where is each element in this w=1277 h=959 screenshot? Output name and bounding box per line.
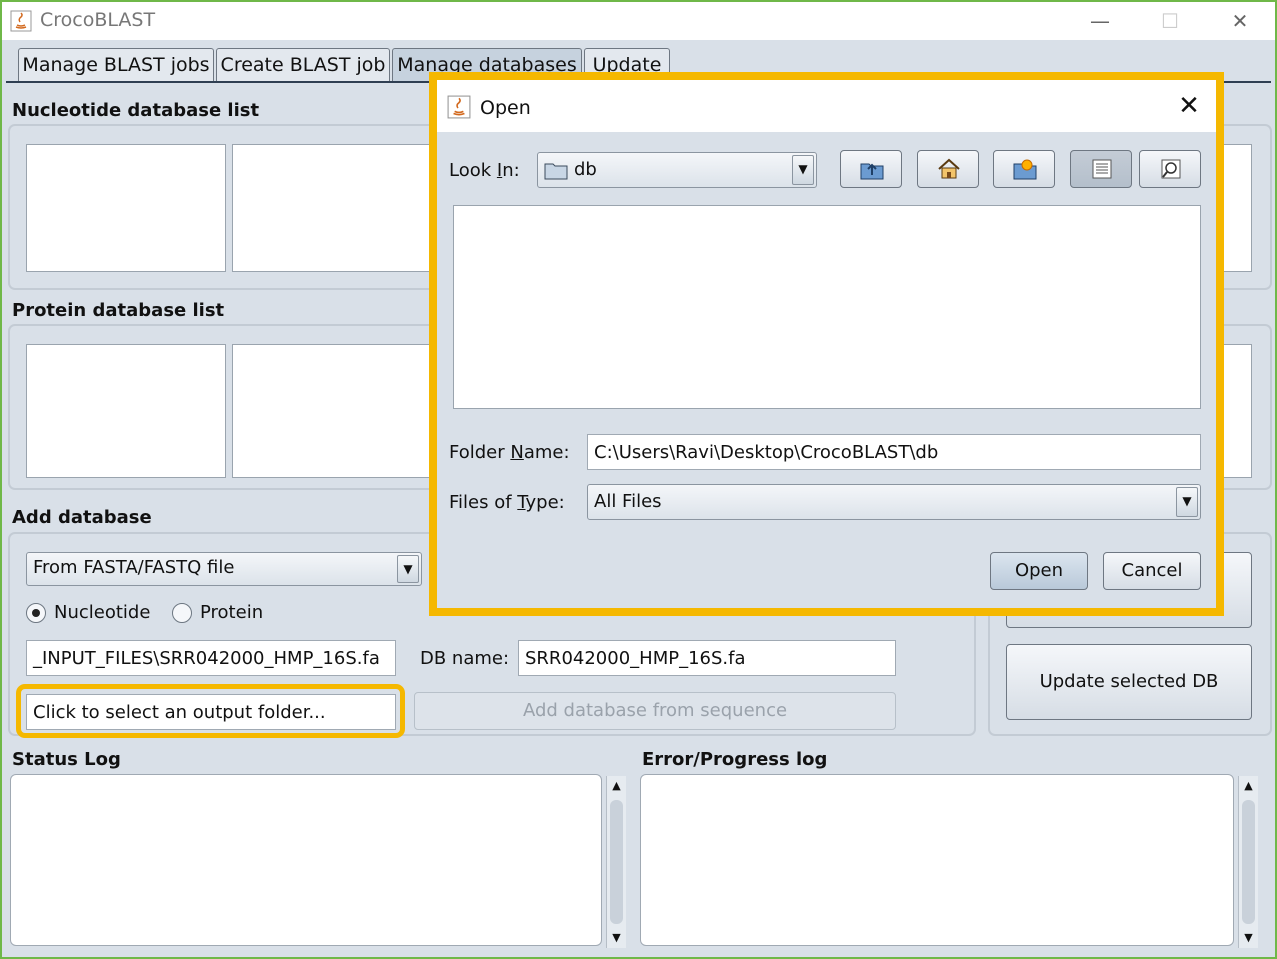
dialog-title: Open	[480, 97, 531, 119]
scroll-down-icon[interactable]: ▼	[607, 928, 626, 948]
status-log[interactable]	[10, 774, 602, 946]
database-source-value: From FASTA/FASTQ file	[33, 557, 235, 578]
folder-icon	[544, 163, 568, 180]
radio-nucleotide[interactable]: Nucleotide	[26, 602, 150, 624]
error-progress-log[interactable]	[640, 774, 1234, 946]
home-button[interactable]	[917, 150, 979, 188]
close-icon[interactable]: ✕	[1210, 6, 1270, 36]
radio-nucleotide-label: Nucleotide	[54, 602, 151, 623]
home-icon	[938, 158, 960, 179]
new-folder-icon	[1013, 159, 1037, 180]
details-view-button[interactable]	[1139, 150, 1201, 188]
files-of-type-label: Files of Type:	[449, 492, 565, 513]
error-log-title: Error/Progress log	[642, 749, 828, 770]
title-bar: CrocoBLAST — ☐ ✕	[2, 2, 1275, 40]
scroll-down-icon[interactable]: ▼	[1239, 928, 1258, 948]
input-file-field[interactable]: _INPUT_FILES\SRR042000_HMP_16S.fa	[26, 640, 396, 676]
files-of-type-value: All Files	[594, 491, 662, 512]
new-folder-button[interactable]	[993, 150, 1055, 188]
output-folder-highlight	[16, 684, 405, 738]
add-database-title: Add database	[12, 507, 152, 528]
nucleotide-db-list[interactable]	[26, 144, 226, 272]
close-icon[interactable]: ✕	[1174, 92, 1204, 122]
minimize-icon[interactable]: —	[1070, 6, 1130, 36]
up-folder-icon	[860, 163, 884, 180]
up-one-level-button[interactable]	[840, 150, 902, 188]
database-source-select[interactable]: From FASTA/FASTQ file ▼	[26, 552, 422, 586]
tab-manage-blast-jobs[interactable]: Manage BLAST jobs	[18, 48, 214, 82]
radio-protein-label: Protein	[200, 602, 264, 623]
look-in-select[interactable]: db ▼	[537, 152, 817, 188]
list-view-icon	[1092, 159, 1112, 179]
scroll-thumb[interactable]	[610, 800, 623, 924]
cancel-button[interactable]: Cancel	[1103, 552, 1201, 590]
error-log-scrollbar[interactable]: ▲ ▼	[1238, 776, 1258, 948]
protein-db-details[interactable]	[232, 344, 432, 478]
add-database-from-sequence-button[interactable]: Add database from sequence	[414, 692, 896, 730]
nucleotide-section-title: Nucleotide database list	[12, 100, 260, 121]
files-of-type-select[interactable]: All Files ▼	[587, 484, 1201, 520]
protein-db-list[interactable]	[26, 344, 226, 478]
list-view-button[interactable]	[1070, 150, 1132, 188]
window-title: CrocoBLAST	[40, 9, 156, 31]
radio-protein[interactable]: Protein	[172, 602, 263, 624]
radio-unselected-indicator	[172, 603, 192, 623]
nucleotide-db-details[interactable]	[232, 144, 432, 272]
chevron-down-icon: ▼	[792, 155, 814, 185]
java-icon	[10, 10, 32, 32]
folder-name-field[interactable]: C:\Users\Ravi\Desktop\CrocoBLAST\db	[587, 434, 1201, 470]
scroll-up-icon[interactable]: ▲	[607, 776, 626, 796]
maximize-icon[interactable]: ☐	[1140, 6, 1200, 36]
update-selected-db-button[interactable]: Update selected DB	[1006, 644, 1252, 720]
file-list-area[interactable]	[453, 205, 1201, 409]
open-dialog: Open ✕ Look In: db ▼ Folder Name: C:\Use…	[429, 72, 1224, 616]
dialog-title-bar: Open ✕	[437, 80, 1216, 132]
status-log-title: Status Log	[12, 749, 121, 770]
protein-section-title: Protein database list	[12, 300, 225, 321]
status-log-scrollbar[interactable]: ▲ ▼	[606, 776, 626, 948]
open-button[interactable]: Open	[990, 552, 1088, 590]
radio-selected-indicator	[26, 603, 46, 623]
db-name-field[interactable]: SRR042000_HMP_16S.fa	[518, 640, 896, 676]
db-name-label: DB name:	[420, 648, 510, 669]
chevron-down-icon: ▼	[1176, 487, 1198, 517]
look-in-value: db	[574, 159, 597, 180]
scroll-thumb[interactable]	[1242, 800, 1255, 924]
crocoblast-window: CrocoBLAST — ☐ ✕ Manage BLAST jobs Creat…	[0, 0, 1277, 959]
tab-create-blast-job[interactable]: Create BLAST job	[216, 48, 390, 82]
chevron-down-icon: ▼	[397, 555, 419, 583]
folder-name-label: Folder Name:	[449, 442, 570, 463]
scroll-up-icon[interactable]: ▲	[1239, 776, 1258, 796]
details-view-icon	[1161, 159, 1181, 179]
look-in-label: Look In:	[449, 160, 520, 181]
java-icon	[447, 95, 471, 119]
